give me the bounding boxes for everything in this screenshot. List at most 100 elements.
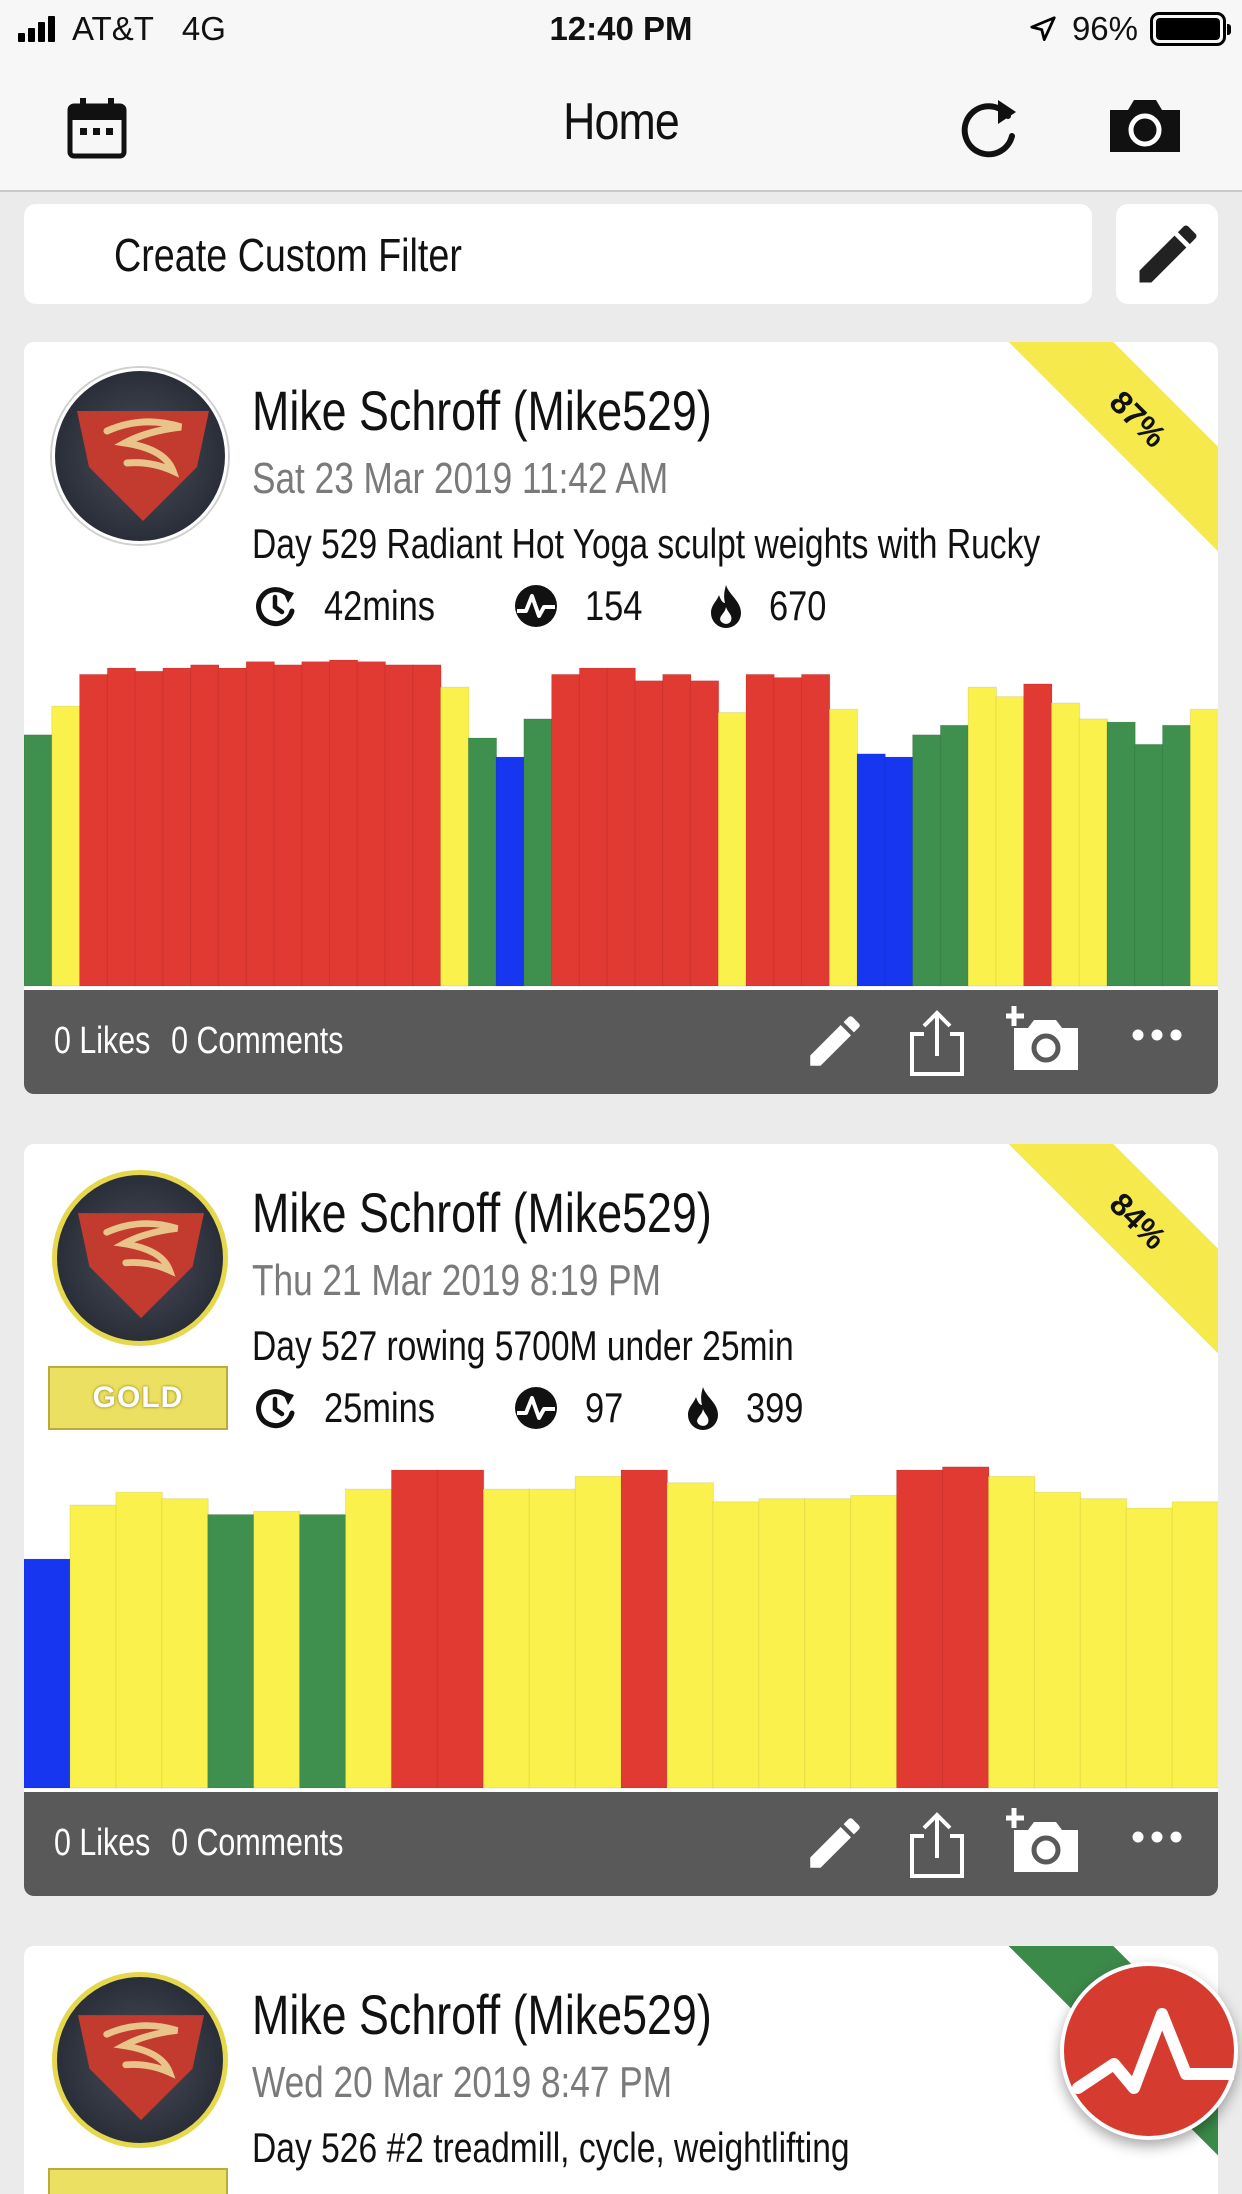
user-name[interactable]: Mike Schroff (Mike529) (252, 378, 712, 443)
zone-bar (1134, 743, 1164, 987)
comments-count[interactable]: 0 Comments (171, 1822, 343, 1864)
activity-description: Day 529 Radiant Hot Yoga sculpt weights … (252, 520, 1041, 567)
post-date: Wed 20 Mar 2019 8:47 PM (252, 2058, 673, 2107)
superman-logo-icon (78, 1213, 204, 1319)
zone-bar (51, 705, 81, 987)
zone-bar (995, 696, 1025, 987)
edit-icon[interactable] (802, 1008, 868, 1074)
card-footer: 0 Likes 0 Comments (24, 1792, 1218, 1896)
zone-bar (987, 1475, 1036, 1789)
battery-icon (1150, 12, 1231, 46)
zone-bar (1125, 1507, 1174, 1789)
zone-bar (1023, 683, 1053, 987)
zone-bar (24, 1558, 72, 1789)
zone-bar (773, 677, 803, 987)
flame-icon (711, 585, 742, 628)
zone-bar (896, 1469, 944, 1789)
gold-badge: GOLD (48, 1366, 228, 1430)
zone-bar (828, 708, 859, 987)
camera-icon[interactable] (1106, 96, 1184, 156)
heart-rate-line-icon (1072, 2008, 1240, 2094)
flame-icon (688, 1387, 719, 1430)
custom-filter-label: Create Custom Filter (114, 229, 462, 281)
zone-bar (967, 686, 997, 987)
avatar[interactable] (52, 368, 228, 544)
custom-filter-field[interactable]: Create Custom Filter (24, 204, 1092, 304)
zone-bar (1171, 1501, 1218, 1789)
zone-bar (384, 664, 414, 987)
zone-bar (301, 661, 331, 987)
status-bar: AT&T 4G 12:40 PM 96% (0, 0, 1242, 62)
likes-count[interactable]: 0 Likes (54, 1822, 150, 1864)
post-date: Sat 23 Mar 2019 11:42 AM (252, 454, 669, 503)
likes-count[interactable]: 0 Likes (54, 1020, 150, 1062)
gold-badge (48, 2168, 228, 2194)
superman-logo-icon (78, 2015, 204, 2121)
zone-bar (941, 1466, 990, 1789)
zone-bar (1050, 702, 1081, 987)
more-options-icon[interactable] (1132, 1830, 1182, 1844)
post-date: Thu 21 Mar 2019 8:19 PM (252, 1256, 661, 1305)
zone-bar (356, 661, 387, 987)
zone-bar (495, 756, 525, 987)
activity-card[interactable]: 87% Mike Schroff (Mike529) Sat 23 Mar 20… (24, 342, 1218, 1094)
zone-bar (1033, 1491, 1082, 1789)
timer-icon (256, 1389, 295, 1429)
zone-bar (440, 686, 470, 987)
activity-card[interactable]: 84% GOLD Mike Schroff (Mike529) Thu 21 M… (24, 1144, 1218, 1896)
zone-bar (217, 667, 248, 987)
superman-logo-icon (77, 411, 209, 521)
user-name[interactable]: Mike Schroff (Mike529) (252, 1982, 712, 2047)
user-name[interactable]: Mike Schroff (Mike529) (252, 1180, 712, 1245)
zone-bar (1079, 1498, 1128, 1789)
zone-bar (634, 680, 664, 987)
zone-bar (662, 673, 692, 987)
card-footer: 0 Likes 0 Comments (24, 990, 1218, 1094)
battery-percent: 96% (1071, 10, 1138, 47)
zone-bar (69, 1504, 117, 1789)
add-photo-icon[interactable] (1006, 1806, 1082, 1878)
edit-icon[interactable] (802, 1810, 868, 1876)
avg-heart-rate-value: 97 (585, 1384, 624, 1431)
heart-rate-icon (515, 585, 558, 627)
location-arrow-icon (1030, 16, 1056, 41)
zone-bar (161, 1498, 209, 1789)
zone-bar (412, 664, 442, 987)
zone-bar (523, 718, 553, 987)
zone-bar (712, 1501, 760, 1789)
nav-bar: Home (0, 62, 1242, 192)
calories-value: 670 (769, 582, 827, 629)
zone-bar (528, 1488, 577, 1789)
avatar[interactable] (52, 1170, 228, 1346)
add-photo-icon[interactable] (1006, 1004, 1082, 1076)
refresh-icon[interactable] (958, 92, 1022, 162)
zone-bar (162, 667, 192, 987)
zone-bar (574, 1475, 623, 1789)
comments-count[interactable]: 0 Comments (171, 1020, 343, 1062)
zone-bar (666, 1482, 714, 1789)
activity-description: Day 527 rowing 5700M under 25min (252, 1322, 794, 1369)
effort-ribbon: 84% (991, 1144, 1218, 1368)
zone-bar (1161, 724, 1192, 987)
heart-rate-fab[interactable] (1060, 1962, 1240, 2140)
zone-bar (344, 1488, 393, 1789)
zone-bar (606, 667, 636, 987)
zone-bar (1106, 721, 1136, 987)
zone-bar (24, 734, 53, 987)
activity-card[interactable]: Mike Schroff (Mike529) Wed 20 Mar 2019 8… (24, 1946, 1218, 2194)
heart-rate-zone-chart (24, 1466, 1218, 1789)
more-options-icon[interactable] (1132, 1028, 1182, 1042)
share-icon[interactable] (904, 1008, 970, 1078)
zone-bar (745, 673, 775, 987)
zone-bar (328, 659, 359, 987)
zone-bar (106, 667, 137, 987)
avatar[interactable] (52, 1972, 228, 2148)
zone-bar (1078, 718, 1109, 987)
zone-bar (850, 1494, 898, 1789)
zone-bar (758, 1498, 806, 1789)
zone-bar (190, 664, 220, 987)
edit-filter-button[interactable] (1116, 204, 1218, 304)
zone-bar (482, 1488, 531, 1789)
share-icon[interactable] (904, 1810, 970, 1880)
zone-bar (939, 724, 970, 987)
